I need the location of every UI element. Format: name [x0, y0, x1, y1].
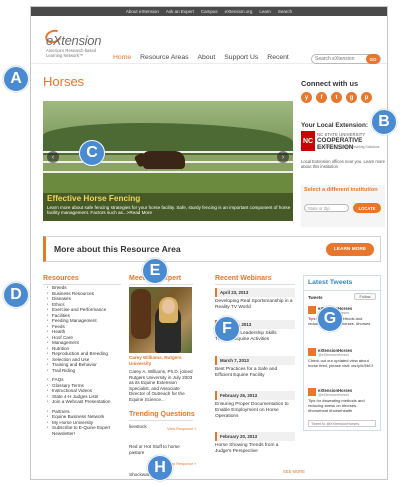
- institution-selector: Select a different institution State or …: [301, 185, 385, 227]
- resources-list: Breeds Business Resources Diseases Ethic…: [47, 285, 127, 436]
- google-plus-icon[interactable]: g: [346, 92, 357, 103]
- webinars-heading: Recent Webinars: [215, 275, 272, 282]
- list-item[interactable]: Subscribe to E-Quine Expert Newsletter!: [47, 425, 127, 436]
- badge-c: C: [79, 140, 105, 166]
- see-more-link[interactable]: SEE MORE: [283, 469, 305, 474]
- learn-more-button[interactable]: LEARN MORE: [326, 243, 374, 256]
- topbar-link[interactable]: Learn: [259, 9, 271, 14]
- slide-next-icon[interactable]: ›: [277, 151, 289, 163]
- hero-slideshow[interactable]: ‹ › Effective Horse Fencing Learn more a…: [43, 101, 293, 221]
- resources-heading: Resources: [43, 275, 79, 282]
- slide-prev-icon[interactable]: ‹: [47, 151, 59, 163]
- topbar-link[interactable]: Ask an Expert: [166, 9, 194, 14]
- badge-b: B: [371, 109, 397, 135]
- nav-support-us[interactable]: Support Us: [224, 54, 258, 61]
- follow-button[interactable]: Follow: [354, 293, 376, 300]
- topbar-link[interactable]: About eXtension: [126, 9, 159, 14]
- search-box: GO: [311, 54, 381, 64]
- logo-wordmark: eXtension: [46, 33, 102, 48]
- zip-input[interactable]: State or Zip: [304, 204, 349, 212]
- connect-heading: Connect with us: [301, 79, 359, 88]
- site-header: eXtension America's Research-based Learn…: [31, 16, 387, 64]
- more-about-heading: More about this Resource Area: [54, 244, 181, 254]
- trending-question[interactable]: livestock: [129, 424, 147, 429]
- avatar: [308, 348, 316, 356]
- webinar-date: March 7, 2013: [215, 356, 295, 365]
- locate-button[interactable]: LOCATE: [353, 203, 381, 213]
- webinar-title[interactable]: Developing Real Sportsmanship in a Reali…: [215, 299, 295, 311]
- social-links: y f t g p: [301, 92, 372, 103]
- twitter-widget: Latest Tweets Tweets Follow eXtensionHor…: [303, 275, 382, 431]
- pinterest-icon[interactable]: p: [361, 92, 372, 103]
- webinar-date: April 23, 2013: [215, 288, 295, 297]
- badge-a: A: [3, 66, 29, 92]
- webinar-title[interactable]: Horse Showing Trends from a Judge's Pers…: [215, 443, 295, 455]
- tweet-body: Check out our updated view about horse f…: [308, 358, 373, 368]
- nc-mark: NC: [301, 131, 315, 151]
- main-nav: Home Resource Areas About Support Us Rec…: [113, 54, 289, 61]
- nav-resource-areas[interactable]: Resource Areas: [140, 54, 188, 61]
- tweet-handle: @eXtensionHorses: [318, 353, 350, 357]
- trending-heading: Trending Questions: [129, 411, 195, 418]
- tweet-handle: @eXtensionHorses: [318, 393, 350, 397]
- expert-photo[interactable]: [129, 287, 192, 353]
- tweet-to-input[interactable]: Tweet to @eXtensionHorses: [308, 420, 376, 427]
- badge-g: G: [317, 306, 343, 332]
- tweets-heading: Latest Tweets: [308, 279, 353, 286]
- youtube-icon[interactable]: y: [301, 92, 312, 103]
- webinar-date: February 20, 2013: [215, 432, 295, 441]
- badge-f: F: [214, 316, 240, 342]
- top-utility-bar: About eXtension Ask an Expert Campus eXt…: [31, 7, 387, 16]
- avatar: [308, 306, 316, 314]
- view-response-link[interactable]: View Response »: [167, 427, 196, 431]
- list-item[interactable]: Trail Riding: [47, 368, 127, 374]
- list-item[interactable]: Join a Webcast Presentation: [47, 399, 127, 405]
- expert-bio: Carey A. Williams, Ph.D. joined Rutgers …: [129, 369, 193, 402]
- webinar-title[interactable]: Best Practices for a Safe and Efficient …: [215, 367, 295, 379]
- search-go-button[interactable]: GO: [366, 54, 380, 64]
- webinar-title[interactable]: Ensuring Proper Documentation to Enable …: [215, 402, 295, 419]
- nav-recent[interactable]: Recent: [267, 54, 289, 61]
- horse-image: [143, 151, 185, 169]
- expert-name[interactable]: Carey Williams, Rutgers University: [129, 355, 193, 366]
- badge-h: H: [147, 455, 173, 481]
- local-extension-heading: Your Local Extension:: [301, 122, 368, 129]
- tweets-subheading: Tweets: [308, 295, 323, 300]
- trending-question[interactable]: Red or Hot Stuff to horse pasture: [129, 444, 193, 455]
- institution-selector-heading: Select a different institution: [304, 187, 378, 193]
- nav-about[interactable]: About: [198, 54, 216, 61]
- slide-description: Learn more about safe fencing strategies…: [47, 205, 291, 216]
- facebook-icon[interactable]: f: [316, 92, 327, 103]
- avatar: [308, 388, 316, 396]
- twitter-icon[interactable]: t: [331, 92, 342, 103]
- slide-caption: Effective Horse Fencing Learn more about…: [43, 193, 293, 221]
- search-input[interactable]: [315, 56, 363, 62]
- ncsu-extension-logo[interactable]: NC NC STATE UNIVERSITY COOPERATIVE EXTEN…: [301, 131, 385, 151]
- tweet-body: Tips for #sweating methods and reducing …: [308, 398, 365, 413]
- slide-title[interactable]: Effective Horse Fencing: [47, 194, 140, 203]
- logo-tagline: America's Research-based Learning Networ…: [46, 48, 97, 58]
- more-about-bar: More about this Resource Area LEARN MORE: [43, 236, 381, 262]
- badge-e: E: [142, 258, 168, 284]
- topbar-link[interactable]: Campus: [201, 9, 218, 14]
- local-extension-note[interactable]: Local Extension offices near you. Learn …: [301, 159, 386, 169]
- extension-logo[interactable]: eXtension America's Research-based Learn…: [43, 27, 106, 60]
- badge-d: D: [3, 282, 29, 308]
- webinar-date: February 26, 2013: [215, 391, 295, 400]
- page-frame: About eXtension Ask an Expert Campus eXt…: [30, 6, 388, 480]
- ncsu-line3: Empowering People · Providing Solutions: [317, 145, 380, 149]
- topbar-link[interactable]: Search: [278, 9, 292, 14]
- nav-home[interactable]: Home: [113, 54, 131, 61]
- topbar-link[interactable]: eXtension.org: [225, 9, 253, 14]
- page-title: Horses: [43, 74, 85, 89]
